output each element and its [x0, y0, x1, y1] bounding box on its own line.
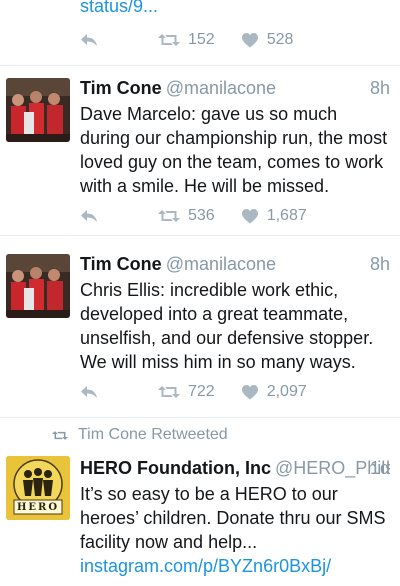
tweet-text-body: It’s so easy to be a HERO to our heroes’…	[80, 484, 386, 552]
tweet-text: Dave Marcelo: gave us so much during our…	[80, 104, 388, 196]
like-count: 2,097	[266, 383, 307, 400]
like-count: 1,687	[266, 207, 307, 224]
retweet-icon	[158, 34, 180, 46]
tweet-actions: 152 528	[80, 28, 293, 52]
tweet-card[interactable]: Tim Cone Retweeted HERO HERO Foundation,…	[0, 418, 400, 586]
tweet-actions: 536 1,687	[80, 204, 307, 228]
retweet-count: 722	[188, 383, 215, 400]
author-handle[interactable]: @manilacone	[166, 254, 276, 274]
tweet-text: It’s so easy to be a HERO to our heroes’…	[80, 482, 390, 578]
avatar[interactable]: HERO	[6, 456, 70, 520]
team-photo-image	[6, 254, 70, 318]
author-name[interactable]: HERO Foundation, Inc	[80, 458, 271, 478]
tweet-timestamp[interactable]: 8h	[370, 252, 390, 276]
tweet-link[interactable]: instagram.com/p/BYZn6r0BxBj/	[80, 556, 331, 576]
like-button[interactable]: 1,687	[241, 207, 307, 225]
retweet-count: 536	[188, 207, 215, 224]
author-name[interactable]: Tim Cone	[80, 254, 162, 274]
like-icon	[241, 209, 258, 224]
tweet-timestamp[interactable]: 1d	[370, 456, 390, 480]
author-handle[interactable]: @manilacone	[166, 78, 276, 98]
logo-text: HERO	[16, 502, 60, 513]
like-button[interactable]: 528	[241, 31, 294, 49]
retweeted-by-line[interactable]: Tim Cone Retweeted	[52, 426, 228, 444]
tweet-card[interactable]: Tim Cone @manilacone 8h Chris Ellis: incr…	[0, 236, 400, 418]
tweet-actions: 722 2,097	[80, 380, 307, 404]
tweet-card[interactable]: status/9... 152 528	[0, 0, 400, 66]
retweet-button[interactable]: 152	[158, 31, 215, 49]
like-icon	[241, 33, 258, 48]
retweet-count: 152	[188, 31, 215, 48]
tweet-card[interactable]: Tim Cone @manilacone 8h Dave Marcelo: gav…	[0, 66, 400, 236]
like-icon	[241, 385, 258, 400]
retweet-button[interactable]: 536	[158, 207, 215, 225]
reply-button[interactable]	[80, 33, 98, 47]
avatar[interactable]	[6, 254, 70, 318]
retweet-icon	[52, 430, 68, 440]
retweeted-by-text: Tim Cone Retweeted	[78, 426, 228, 443]
reply-icon	[81, 210, 97, 222]
reply-icon	[81, 34, 97, 46]
tweet-text-partial[interactable]: status/9...	[80, 0, 158, 18]
reply-button[interactable]	[80, 385, 98, 399]
author-name[interactable]: Tim Cone	[80, 78, 162, 98]
like-count: 528	[266, 31, 294, 48]
tweet-text: Chris Ellis: incredible work ethic, deve…	[80, 280, 374, 372]
retweet-icon	[158, 210, 180, 222]
reply-button[interactable]	[80, 209, 98, 223]
like-button[interactable]: 2,097	[241, 383, 307, 401]
team-photo-image	[6, 78, 70, 142]
avatar[interactable]	[6, 78, 70, 142]
tweet-timestamp[interactable]: 8h	[370, 76, 390, 100]
retweet-icon	[158, 386, 180, 398]
retweet-button[interactable]: 722	[158, 383, 215, 401]
reply-icon	[81, 386, 97, 398]
